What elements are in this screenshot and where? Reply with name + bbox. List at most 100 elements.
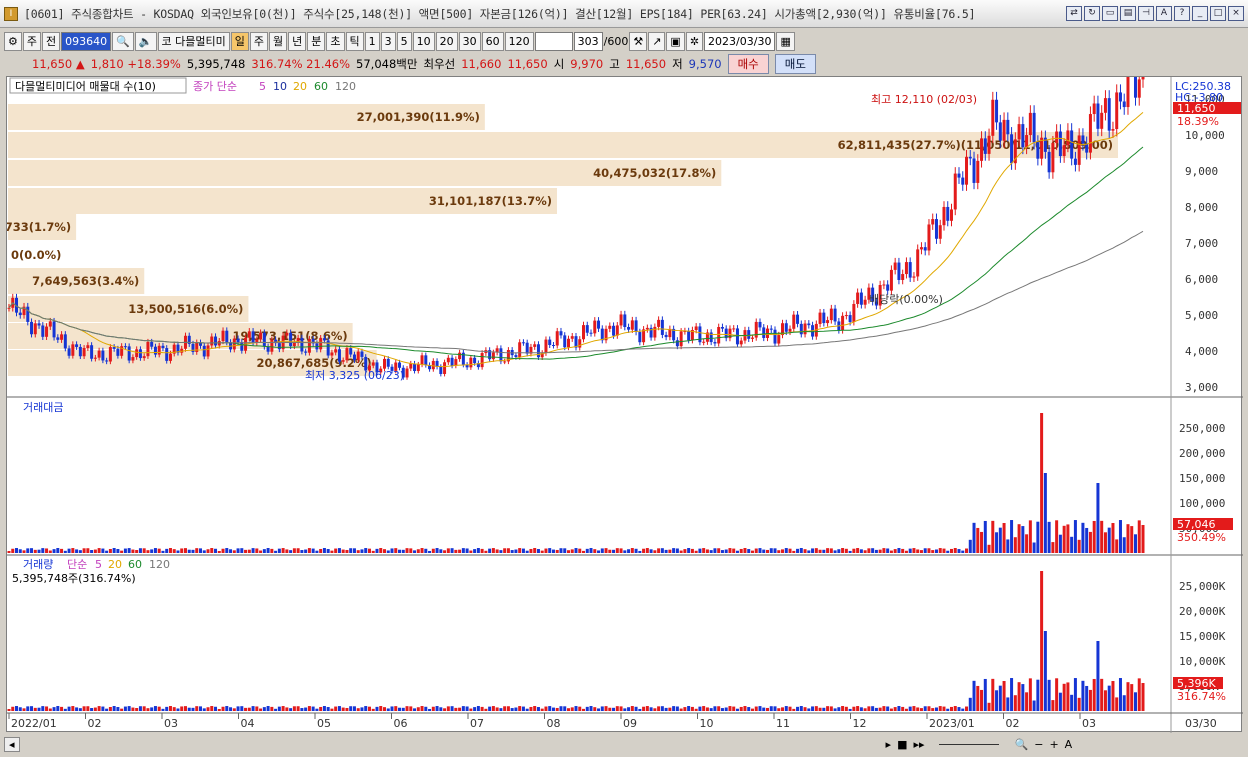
volume-bar — [664, 707, 668, 711]
gear-icon[interactable]: ✲ — [685, 31, 704, 51]
volume-bar — [270, 706, 274, 711]
minus-icon[interactable]: − — [1034, 738, 1043, 751]
candle-body — [593, 320, 597, 334]
date-input[interactable]: 2023/03/30 — [704, 31, 776, 51]
ask-price: 11,660 — [461, 56, 502, 71]
interval-120[interactable]: 120 — [504, 31, 534, 51]
calendar-icon[interactable]: ▦ — [776, 31, 795, 51]
amount-bar — [262, 549, 266, 553]
volume-bar — [37, 707, 41, 711]
candle-body — [886, 284, 890, 291]
interval-custom-input[interactable] — [534, 31, 573, 51]
count-input[interactable]: 303 — [573, 31, 603, 51]
volume-bar — [367, 706, 371, 711]
amount-bar — [852, 548, 856, 553]
candle-body — [848, 315, 852, 323]
xaxis-label: 03 — [164, 717, 178, 730]
period-minute[interactable]: 분 — [307, 31, 326, 51]
interval-3[interactable]: 3 — [380, 31, 396, 51]
sell-button[interactable]: 매도 — [774, 53, 816, 74]
close-icon[interactable]: × — [1228, 6, 1244, 21]
buy-button[interactable]: 매수 — [727, 53, 769, 74]
high-label: 고 — [609, 56, 620, 71]
candle-body — [398, 362, 402, 368]
refresh-icon[interactable]: ↻ — [1084, 6, 1100, 21]
period-second[interactable]: 초 — [326, 31, 345, 51]
market-select[interactable]: 주 — [22, 31, 41, 51]
stock-name-field[interactable]: 코 다믈멀티미 — [157, 31, 230, 51]
interval-30[interactable]: 30 — [458, 31, 481, 51]
volume-bar — [773, 706, 777, 711]
amount-bar — [799, 548, 803, 553]
amount-bar — [514, 549, 518, 553]
interval-60[interactable]: 60 — [481, 31, 504, 51]
font-size-icon[interactable]: A — [1065, 738, 1073, 751]
amount-bar — [589, 548, 593, 553]
candle-body — [796, 314, 800, 324]
volume-bar — [724, 707, 728, 711]
tool-icon[interactable]: ⚒ — [629, 31, 648, 51]
candle-body — [439, 366, 443, 374]
amount-bar — [705, 549, 709, 553]
chart-svg[interactable]: 27,001,390(11.9%)62,811,435(27.7%)(11,05… — [0, 56, 1243, 733]
candle-body — [52, 321, 56, 338]
interval-20[interactable]: 20 — [435, 31, 458, 51]
stop-icon[interactable]: ■ — [897, 738, 907, 751]
volume-bar — [52, 707, 56, 711]
save-icon[interactable]: ▣ — [666, 31, 685, 51]
period-week[interactable]: 주 — [249, 31, 268, 51]
interval-1[interactable]: 1 — [364, 31, 380, 51]
font-icon[interactable]: A — [1156, 6, 1172, 21]
pin-icon[interactable]: ⊣ — [1138, 6, 1154, 21]
amount-bar — [657, 548, 661, 553]
period-day[interactable]: 일 — [230, 31, 249, 51]
speaker-icon[interactable]: 🔈 — [134, 31, 157, 51]
mode-button[interactable]: 전 — [42, 31, 61, 51]
code-input[interactable]: 093640 — [61, 31, 112, 51]
search-icon[interactable]: 🔍 — [112, 31, 134, 51]
ma60-label: 60 — [314, 80, 328, 93]
candle-body — [792, 314, 796, 329]
zoom-slider[interactable] — [938, 743, 999, 745]
candle-body — [304, 351, 308, 353]
minimize-icon[interactable]: _ — [1192, 6, 1208, 21]
plus-icon[interactable]: + — [1049, 738, 1058, 751]
maximize-icon[interactable]: □ — [1210, 6, 1226, 21]
interval-5[interactable]: 5 — [396, 31, 412, 51]
link-icon[interactable]: ⇄ — [1066, 6, 1082, 21]
period-year[interactable]: 년 — [288, 31, 307, 51]
chart-area[interactable]: 27,001,390(11.9%) 62,811,435(27.7%)(11,05… — [0, 56, 1243, 733]
volume-bar — [1058, 692, 1062, 711]
amount-bar — [627, 549, 631, 553]
volume-axis-label: 10,000K — [1179, 655, 1226, 668]
period-tick[interactable]: 틱 — [345, 31, 364, 51]
settings-icon[interactable]: ⚙ — [4, 31, 22, 51]
amount-bar — [337, 548, 341, 553]
amount-bar — [503, 548, 507, 553]
zoom-out-icon[interactable]: 🔍 — [1015, 738, 1029, 751]
amount-bar — [525, 550, 529, 553]
line-tool-icon[interactable]: ↗ — [648, 31, 666, 51]
amount-bar — [1036, 521, 1040, 553]
window-icon[interactable]: ▭ — [1102, 6, 1118, 21]
amount-bar — [499, 550, 503, 553]
amount-bar — [923, 548, 927, 553]
help-icon[interactable]: ? — [1174, 6, 1190, 21]
play-icon[interactable]: ▸ — [886, 738, 892, 751]
tile-icon[interactable]: ▤ — [1120, 6, 1136, 21]
volume-bar — [732, 706, 736, 711]
candle-body — [518, 342, 522, 357]
volume-bar — [116, 707, 120, 711]
period-month[interactable]: 월 — [269, 31, 288, 51]
volume-bar — [698, 706, 702, 711]
amount-bar — [356, 550, 360, 553]
candle-body — [1051, 143, 1055, 173]
amount-bar — [97, 548, 101, 553]
amount-bar — [747, 549, 751, 553]
amount-bar — [735, 550, 739, 553]
amount-bar — [469, 550, 473, 553]
scroll-left-icon[interactable]: ◂ — [4, 736, 20, 752]
dividend-note: 배당락(0.00%) — [869, 293, 943, 306]
fast-forward-icon[interactable]: ▸▸ — [913, 738, 924, 751]
interval-10[interactable]: 10 — [412, 31, 435, 51]
